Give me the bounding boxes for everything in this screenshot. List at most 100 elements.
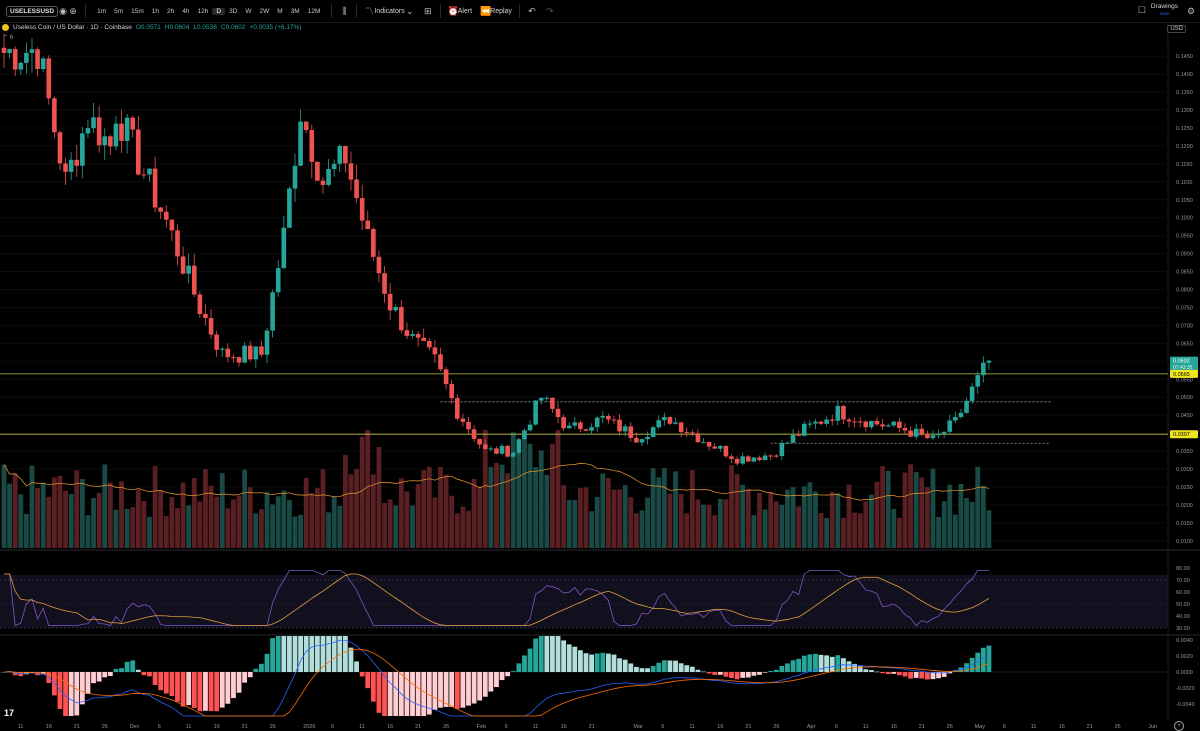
macd-histogram-bar [169,672,175,697]
candle-body [941,431,947,434]
interval-5m[interactable]: 5m [110,8,127,15]
candle-body [801,423,807,436]
tradingview-logo-icon[interactable]: 17 [4,708,14,718]
volume-bar [393,505,399,548]
macd-histogram-bar [550,636,555,672]
collapse-legend[interactable]: ⌃ 6 [3,34,13,41]
candle-body [768,455,773,457]
undo-button[interactable]: ↶ [523,0,541,22]
volume-bar [124,508,130,548]
candle-body [466,421,471,430]
candle-body [404,330,410,336]
price-tick-label: 0.0900 [1176,252,1193,258]
templates-button[interactable]: ⊞ [419,0,437,22]
interval-2W[interactable]: 2W [256,8,274,15]
volume-bar [147,516,152,548]
interval-D[interactable]: D [212,7,226,15]
interval-12M[interactable]: 12M [304,8,325,15]
macd-histogram-bar [158,672,164,691]
chevron-down-icon[interactable]: ⌄ [405,6,415,16]
candle-body [869,420,874,428]
interval-1h[interactable]: 1h [148,8,163,15]
macd-histogram-bar [527,648,533,672]
candle-body [533,400,538,425]
macd-histogram-bar [516,663,522,672]
symbol-search[interactable]: USELESSUSD ◉ ⊕ [0,0,82,22]
volume-bar [745,488,751,548]
time-tick-label: 11 [863,724,869,730]
candle-body [231,357,236,359]
volume-bar [583,487,589,548]
candle-body [930,435,936,439]
macd-histogram-bar [874,671,880,673]
price-tick-label: 0.0550 [1176,377,1193,383]
candle-body [835,405,841,421]
volume-bar [404,491,410,548]
replay-button[interactable]: ⏪ Replay [476,0,516,22]
candle-body [74,159,80,166]
chart-type-button[interactable]: ⫼ [335,0,353,22]
interval-15m[interactable]: 15m [127,8,148,15]
time-tick-label: 6 [158,724,161,730]
settings-icon[interactable]: ⚙ [1186,6,1196,16]
volume-bar [219,473,225,548]
volume-bar [829,491,835,548]
volume-bar [594,496,600,548]
alert-button[interactable]: ⏰ Alert [444,0,476,22]
interval-W[interactable]: W [241,8,255,15]
interval-12h[interactable]: 12h [194,8,213,15]
price-axis[interactable]: 0.1450 0.1400 0.1350 0.1300 0.1250 0.1200 0.11… [1176,54,1195,708]
macd-histogram-bar [869,670,874,672]
symbol-label[interactable]: USELESSUSD [6,5,59,17]
candle-body [773,455,779,457]
time-tick-label: 6 [835,724,838,730]
time-tick-label: 16 [387,724,393,730]
volume-bar [466,510,471,548]
time-axis[interactable]: 11 16 21 26 Dec 6 11 16 21 26 2026 6 11 16 21 26 Feb 6 11 1… [18,724,1157,730]
macd-histogram-bar [147,672,152,677]
candle-body [852,421,857,423]
interval-3D[interactable]: 3D [225,8,241,15]
volume-bar [908,464,913,548]
interval-1m[interactable]: 1m [93,8,110,15]
price-chart[interactable]: 0.1450 0.1400 0.1350 0.1300 0.1250 0.1200 0.11… [0,22,1200,731]
macd-histogram-bar [404,672,410,716]
candle-body [471,429,477,439]
macd-histogram-bar [824,655,830,672]
macd-histogram-bar [191,672,197,708]
volume-bar [857,513,863,548]
add-symbol-icon[interactable]: ⊕ [68,6,78,16]
add-scale-icon[interactable]: + [1174,721,1184,731]
volume-bar [1,464,7,548]
volume-bar [544,474,550,548]
eye-icon[interactable]: ◉ [58,6,68,16]
drawings-button[interactable]: ☐ Drawings Save [1137,3,1178,17]
candle-body [102,136,108,146]
candle-body [382,273,387,294]
macd-histogram-bar [924,672,930,680]
volume-bar [158,490,164,548]
time-tick-label: 11 [186,724,192,730]
interval-2h[interactable]: 2h [163,8,178,15]
volume-bar [292,516,298,548]
volume-bar [314,488,320,548]
currency-select[interactable]: USD [1167,25,1186,33]
candle-body [113,123,119,147]
interval-4h[interactable]: 4h [178,8,193,15]
macd-histogram-bar [740,672,746,678]
candles-icon: ⫼ [342,6,347,16]
candle-body [807,423,813,425]
time-tick-label: 21 [919,724,925,730]
rsi-tick-label: 40.00 [1176,614,1190,620]
interval-M[interactable]: M [273,8,286,15]
indicators-button[interactable]: 〽 Indicators ⌄ [360,0,418,22]
candle-body [645,437,650,440]
volume-bar [298,514,303,548]
low-value: L0.0538 [193,24,217,31]
undo-icon: ↶ [528,6,536,16]
volume-bar [695,499,701,548]
candle-body [779,443,785,457]
redo-button[interactable]: ↷ [541,0,559,22]
macd-histogram-bar [555,636,561,672]
interval-3M[interactable]: 3M [287,8,304,15]
